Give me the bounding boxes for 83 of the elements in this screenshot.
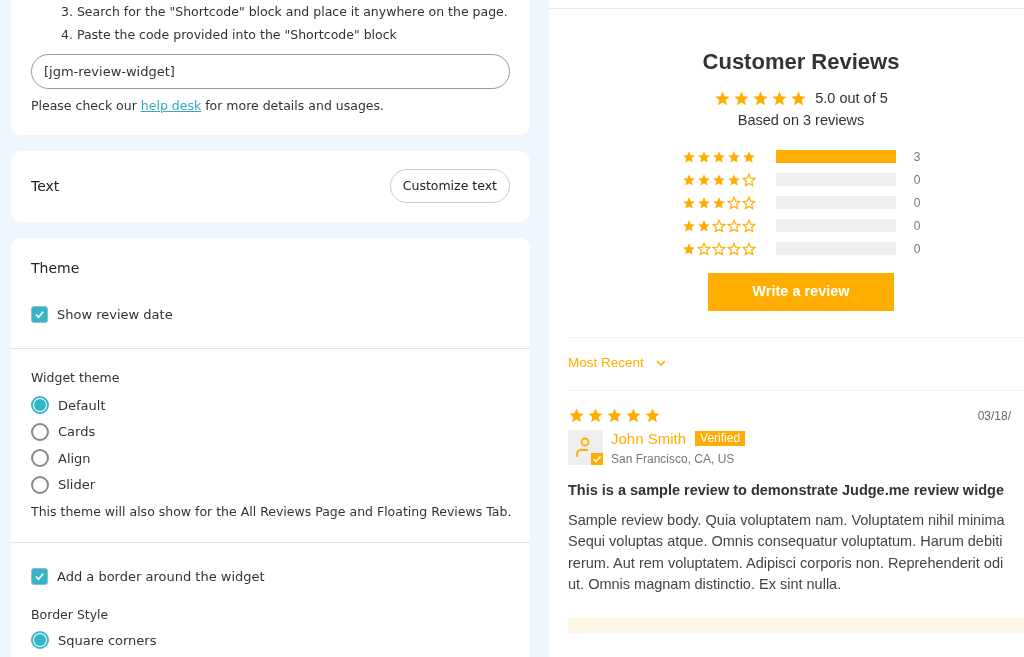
star-icon [696, 149, 711, 164]
radio-label: Slider [58, 476, 96, 494]
widget-title: Customer Reviews [702, 48, 900, 76]
card-title: Theme [31, 258, 81, 278]
star-icon [711, 172, 726, 187]
star-icon [606, 406, 623, 424]
checkbox-label: Show review date [57, 305, 173, 324]
star-icon [726, 172, 741, 187]
help-text: Please check our help desk for more details and usages. [31, 97, 385, 115]
star-outline-icon [711, 218, 726, 233]
star-outline-icon [696, 241, 711, 256]
theme-note: This theme will also show for the All Reviews Page and Floating Reviews Tab. [31, 503, 510, 521]
star-icon [714, 90, 732, 108]
radio-label: Align [58, 449, 91, 468]
check-icon [34, 571, 45, 582]
star-outline-icon [741, 218, 756, 233]
instruction-step: 3. Search for the "Shortcode" block and place it anywhere on the page. [31, 0, 510, 23]
radio-label: Square corners [58, 631, 157, 650]
rating-count: 0 [913, 171, 921, 189]
review-title: This is a sample review to demonstrate Judge.me review widge [568, 481, 1005, 500]
instruction-step: 4. Paste the code provided into the "Shortcode" block [31, 23, 510, 46]
star-outline-icon [711, 241, 726, 256]
check-icon [34, 309, 45, 320]
star-icon [711, 149, 726, 164]
star-outline-icon [726, 195, 741, 210]
review-body-line: Sample review body. Quia voluptatem nam. Voluptatem nihil minima [568, 510, 1006, 530]
review-date: 03/18/ [976, 407, 1011, 425]
star-icon [681, 218, 696, 233]
radio-button[interactable] [31, 422, 49, 441]
customize-text-button[interactable]: Customize text [389, 169, 510, 204]
help-desk-link[interactable]: help desk [140, 98, 202, 113]
write-review-button[interactable]: Write a review [708, 272, 894, 311]
card-title: Text [31, 176, 60, 196]
star-icon [587, 406, 604, 424]
shortcode-field[interactable]: [jgm-review-widget] [31, 54, 510, 89]
review-count: Based on 3 reviews [737, 110, 865, 130]
review-body-line: ut. Omnis magnam distinctio. Ex sint nulla. [568, 575, 843, 595]
average-rating: 5.0 out of 5 [815, 89, 888, 108]
radio-button[interactable] [31, 631, 49, 650]
rating-count: 3 [913, 148, 921, 166]
review-body-line: rerum. Aut rem voluptatem. Adipisci corporis non. Reprehenderit odi [568, 553, 1005, 573]
star-icon [733, 90, 751, 108]
star-icon [696, 172, 711, 187]
radio-label: Default [58, 396, 106, 415]
sort-dropdown[interactable]: Most Recent [568, 337, 666, 390]
radio-label: Cards [58, 423, 96, 441]
rating-count: 0 [913, 240, 921, 258]
star-outline-icon [726, 218, 741, 233]
radio-button[interactable] [31, 396, 49, 415]
star-icon [726, 149, 741, 164]
rating-count: 0 [913, 217, 921, 235]
star-icon [696, 218, 711, 233]
checkbox[interactable] [31, 306, 48, 323]
star-icon [568, 406, 585, 424]
star-outline-icon [741, 172, 756, 187]
radio-button[interactable] [31, 475, 49, 494]
star-icon [625, 406, 642, 424]
radio-button[interactable] [31, 449, 49, 468]
section-label: Widget theme [31, 369, 121, 388]
star-icon [681, 172, 696, 187]
star-outline-icon [741, 241, 756, 256]
reviewer-location: San Francisco, CA, US [611, 451, 736, 468]
star-icon [681, 195, 696, 210]
rating-count: 0 [913, 194, 921, 212]
star-icon [681, 149, 696, 164]
star-outline-icon [726, 241, 741, 256]
star-icon [696, 195, 711, 210]
section-label: Border Style [31, 606, 110, 625]
checkbox[interactable] [31, 568, 48, 585]
reviewer-name: John Smith [611, 428, 687, 449]
verified-user-icon [568, 430, 603, 466]
star-icon [752, 90, 770, 108]
star-icon [644, 406, 661, 424]
star-icon [681, 241, 696, 256]
star-icon [771, 90, 789, 108]
star-outline-icon [741, 195, 756, 210]
star-icon [790, 90, 808, 108]
star-icon [711, 195, 726, 210]
chevron-down-icon [655, 360, 666, 367]
star-icon [741, 149, 756, 164]
review-body-line: Sequi voluptas atque. Omnis consequatur voluptatum. Harum debiti [568, 532, 1004, 552]
checkbox-label: Add a border around the widget [57, 567, 265, 586]
verified-badge: Verified [695, 431, 746, 447]
